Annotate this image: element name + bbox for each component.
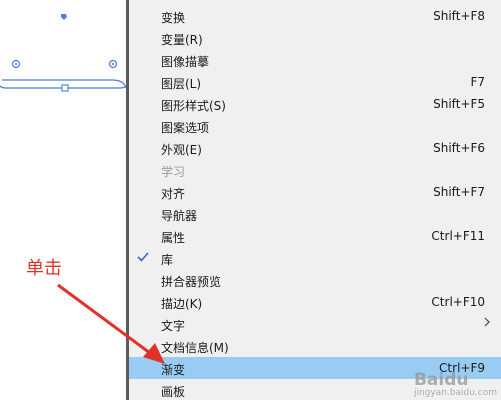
annotation-arrow-icon bbox=[57, 283, 165, 364]
watermark-subtext: jingyan.baidu.com bbox=[413, 388, 497, 398]
watermark-text: Baidu bbox=[413, 370, 469, 390]
watermark-logo: Baidu jingyan.baidu.com bbox=[414, 370, 497, 398]
